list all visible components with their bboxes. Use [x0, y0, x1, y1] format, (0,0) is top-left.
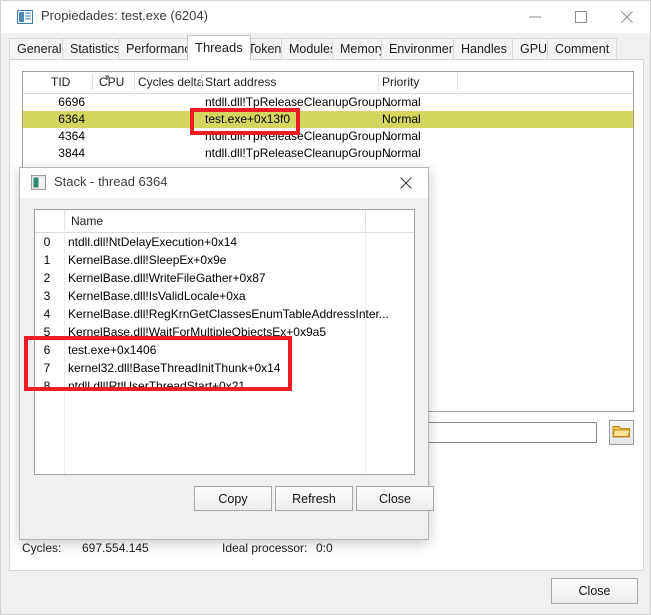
frame-index: 8: [43, 379, 51, 393]
stack-dialog-close-icon[interactable]: [384, 168, 428, 197]
cell-start-address: ntdll.dll!TpReleaseCleanupGroup...: [205, 129, 392, 143]
tabstrip: General Statistics Performance Threads T…: [1, 35, 650, 60]
stack-dialog: Stack - thread 6364 Name 0 ntdll.dll!NtD…: [19, 167, 434, 540]
table-row[interactable]: 3844 ntdll.dll!TpReleaseCleanupGroup... …: [23, 145, 633, 162]
column-divider[interactable]: [378, 74, 379, 90]
frame-index: 2: [43, 271, 51, 285]
cell-priority: Normal: [382, 95, 421, 109]
frame-index: 3: [43, 289, 51, 303]
frame-name: kernel32.dll!BaseThreadInitThunk+0x14: [68, 361, 281, 375]
close-button[interactable]: [604, 1, 650, 32]
stack-window-icon: [31, 175, 46, 190]
list-item[interactable]: 6 test.exe+0x1406: [35, 341, 414, 359]
stack-close-button[interactable]: Close: [356, 486, 434, 511]
list-item[interactable]: 5 KernelBase.dll!WaitForMultipleObjectsE…: [35, 323, 414, 341]
chevron-down-icon: ▾: [105, 72, 110, 82]
stack-dialog-title: Stack - thread 6364: [54, 174, 168, 189]
column-divider[interactable]: [64, 210, 65, 231]
ideal-processor-label: Ideal processor:: [222, 541, 308, 555]
frame-name: KernelBase.dll!RegKrnGetClassesEnumTable…: [68, 307, 389, 321]
column-divider[interactable]: [134, 74, 135, 90]
minimize-button[interactable]: [512, 1, 558, 32]
stack-dialog-buttons: Copy Refresh Close: [20, 486, 434, 516]
window-title: Propiedades: test.exe (6204): [41, 8, 208, 23]
tab-threads[interactable]: Threads: [187, 35, 251, 60]
cell-priority: Normal: [382, 129, 421, 143]
folder-icon: [612, 426, 631, 438]
cell-priority: Normal: [382, 112, 421, 126]
frame-index: 4: [43, 307, 51, 321]
cell-tid: 4364: [58, 129, 85, 143]
frame-name: ntdll.dll!RtlUserThreadStart+0x21: [68, 379, 246, 393]
window-titlebar: Propiedades: test.exe (6204): [1, 1, 650, 33]
column-divider[interactable]: [92, 74, 93, 90]
cell-start-address: ntdll.dll!TpReleaseCleanupGroup...: [205, 95, 392, 109]
threads-list-header: TID CPU ▾ Cycles delta Start address Prio…: [23, 72, 633, 94]
column-header-tid[interactable]: TID: [51, 75, 70, 89]
frame-name: ntdll.dll!NtDelayExecution+0x14: [68, 235, 238, 249]
frame-name: KernelBase.dll!WriteFileGather+0x87: [68, 271, 266, 285]
cell-start-address: ntdll.dll!TpReleaseCleanupGroup...: [205, 146, 392, 160]
list-item[interactable]: 3 KernelBase.dll!IsValidLocale+0xa: [35, 287, 414, 305]
column-divider[interactable]: [365, 210, 366, 231]
list-item[interactable]: 2 KernelBase.dll!WriteFileGather+0x87: [35, 269, 414, 287]
cell-tid: 3844: [58, 146, 85, 160]
properties-icon: [17, 9, 33, 25]
copy-button[interactable]: Copy: [194, 486, 272, 511]
window-close-button[interactable]: Close: [551, 578, 638, 604]
list-item[interactable]: 8 ntdll.dll!RtlUserThreadStart+0x21: [35, 377, 414, 395]
tab-handles[interactable]: Handles: [453, 38, 515, 60]
cell-tid: 6364: [58, 112, 85, 126]
maximize-button[interactable]: [558, 1, 604, 32]
stack-dialog-titlebar: Stack - thread 6364: [20, 168, 428, 198]
refresh-button[interactable]: Refresh: [275, 486, 353, 511]
table-row[interactable]: 6696 ntdll.dll!TpReleaseCleanupGroup... …: [23, 94, 633, 111]
column-header-start-address[interactable]: Start address: [205, 75, 276, 89]
column-header-priority[interactable]: Priority: [382, 75, 419, 89]
column-header-cpu[interactable]: CPU ▾: [99, 72, 124, 89]
browse-folder-button[interactable]: [609, 420, 634, 445]
frame-index: 7: [43, 361, 51, 375]
frame-index: 1: [43, 253, 51, 267]
thread-status-line: Cycles: 697.554.145 Ideal processor: 0:0: [22, 541, 634, 559]
column-header-name[interactable]: Name: [71, 214, 103, 228]
cycles-value: 697.554.145: [82, 541, 149, 555]
frame-index: 0: [43, 235, 51, 249]
frame-index: 5: [43, 325, 51, 339]
list-item[interactable]: 0 ntdll.dll!NtDelayExecution+0x14: [35, 233, 414, 251]
ideal-processor-value: 0:0: [316, 541, 333, 555]
list-item[interactable]: 1 KernelBase.dll!SleepEx+0x9e: [35, 251, 414, 269]
tab-general[interactable]: General: [9, 38, 70, 60]
column-divider[interactable]: [201, 74, 202, 90]
stack-list-header: Name: [35, 210, 414, 233]
table-row[interactable]: 4364 ntdll.dll!TpReleaseCleanupGroup... …: [23, 128, 633, 145]
frame-name: KernelBase.dll!IsValidLocale+0xa: [68, 289, 246, 303]
frame-index: 6: [43, 343, 51, 357]
frame-name: test.exe+0x1406: [68, 343, 157, 357]
list-item[interactable]: 4 KernelBase.dll!RegKrnGetClassesEnumTab…: [35, 305, 414, 323]
column-divider[interactable]: [457, 74, 458, 90]
column-header-cycles-delta[interactable]: Cycles delta: [138, 75, 203, 89]
stack-frames-list[interactable]: Name 0 ntdll.dll!NtDelayExecution+0x14 1…: [34, 209, 415, 475]
cell-priority: Normal: [382, 146, 421, 160]
cell-start-address: test.exe+0x13f0: [205, 112, 291, 126]
cycles-label: Cycles:: [22, 541, 62, 555]
cell-tid: 6696: [58, 95, 85, 109]
list-item[interactable]: 7 kernel32.dll!BaseThreadInitThunk+0x14: [35, 359, 414, 377]
frame-name: KernelBase.dll!WaitForMultipleObjectsEx+…: [68, 325, 327, 339]
frame-name: KernelBase.dll!SleepEx+0x9e: [68, 253, 227, 267]
table-row[interactable]: 6364 test.exe+0x13f0 Normal: [23, 111, 633, 128]
tab-comment[interactable]: Comment: [547, 38, 618, 60]
